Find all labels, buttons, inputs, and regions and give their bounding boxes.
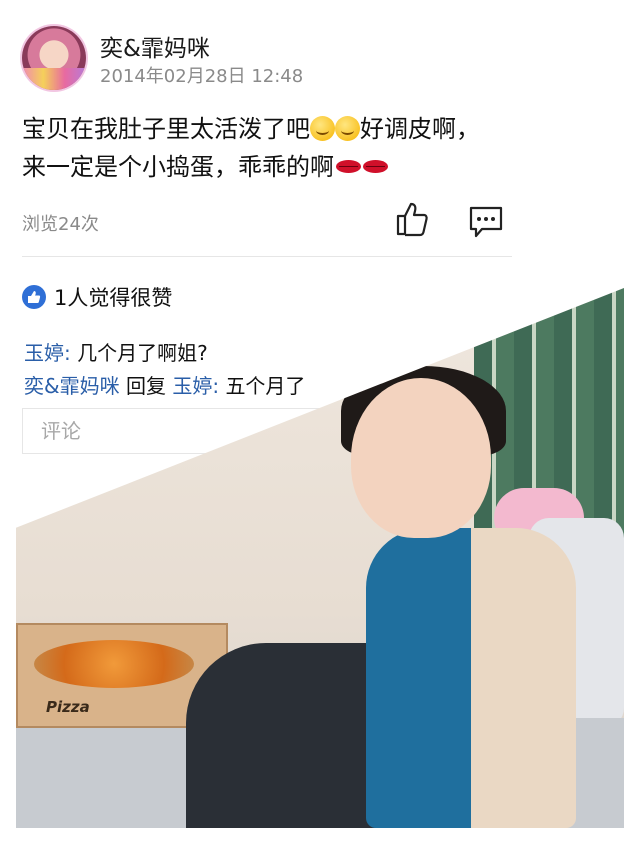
post-text-line1-prefix: 宝贝在我肚子里太活泼了吧 (22, 115, 310, 143)
comment-text: 几个月了啊姐? (77, 341, 208, 365)
photo-girl-sweater (366, 528, 576, 828)
post-timestamp: 2014年02月28日 12:48 (100, 66, 304, 87)
comment-item: 奕&霏妈咪 回复 玉婷: 五个月了 (24, 370, 305, 399)
smiling-face-emoji-icon (310, 116, 335, 141)
likes-text: 1人觉得很赞 (54, 286, 173, 310)
author-name[interactable]: 奕&霏妈咪 (100, 29, 210, 63)
photo-girl-face (351, 378, 491, 538)
post-text: 宝贝在我肚子里太活泼了吧 好调皮啊， 来一定是个小捣蛋，乖乖的啊 (22, 110, 612, 186)
thumbs-up-icon (396, 202, 428, 237)
likes-summary[interactable]: 1人觉得很赞 (22, 283, 172, 311)
avatar[interactable] (22, 26, 86, 90)
view-count: 浏览24次 (22, 214, 99, 235)
comment-username[interactable]: 奕&霏妈咪 (24, 374, 120, 398)
comment-separator: : (64, 341, 78, 365)
comment-text: 五个月了 (225, 374, 306, 398)
smiling-face-emoji-icon (335, 116, 360, 141)
comment-button[interactable] (468, 205, 504, 239)
comment-username[interactable]: 玉婷 (24, 341, 64, 365)
overlay-photo: Pizza (16, 288, 624, 828)
reply-word: 回复 (119, 374, 173, 398)
lips-emoji-icon (336, 160, 361, 173)
lips-emoji-icon (363, 160, 388, 173)
avatar-flowers (22, 68, 86, 90)
divider (22, 256, 512, 257)
post-text-line1-suffix: 好调皮啊， (360, 115, 480, 143)
comment-item: 玉婷: 几个月了啊姐? (24, 337, 208, 366)
photo-pizza-box-label: Pizza (46, 698, 90, 716)
reply-to-username[interactable]: 玉婷 (172, 374, 212, 398)
photo-pizza (34, 640, 194, 688)
comment-bubble-icon (469, 206, 503, 238)
like-button[interactable] (395, 201, 429, 237)
thumbs-up-circle-icon (22, 285, 46, 309)
post-text-line2: 来一定是个小捣蛋，乖乖的啊 (22, 153, 334, 181)
comment-separator: : (212, 374, 226, 398)
